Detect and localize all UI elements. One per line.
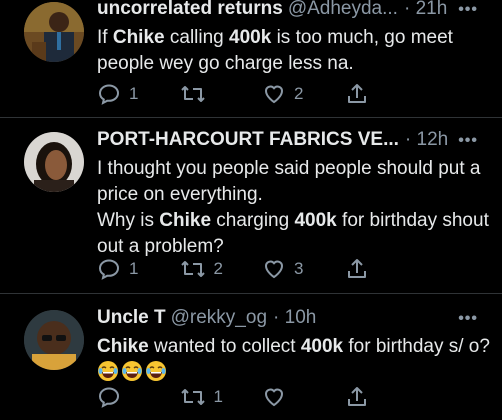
tweet-header: PORT-HARCOURT FABRICS VE... · 12h (97, 127, 492, 153)
tweet-header: Uncle T @rekky_og · 10h (97, 305, 492, 331)
reply-icon (97, 385, 121, 409)
share-icon (345, 257, 369, 281)
display-name[interactable]: uncorrelated returns (97, 0, 283, 22)
share-button[interactable] (345, 257, 428, 281)
tweet-content: PORT-HARCOURT FABRICS VE... · 12h ••• I … (97, 127, 492, 260)
timestamp[interactable]: · 21h (404, 0, 447, 22)
joy-emoji (121, 360, 143, 382)
retweet-button[interactable]: 2 (180, 257, 263, 281)
like-count: 3 (294, 259, 304, 278)
retweet-button[interactable] (180, 82, 263, 106)
bold-text: 400k (229, 27, 272, 48)
user-handle[interactable]: @Adheyda... (288, 0, 398, 22)
tweet-actions: 1 2 3 (97, 255, 427, 283)
bold-text: Chike (112, 27, 165, 48)
avatar[interactable] (24, 132, 84, 192)
timeline: uncorrelated returns @Adheyda... · 21h •… (0, 0, 502, 420)
timestamp[interactable]: · 12h (405, 127, 448, 153)
joy-emoji (97, 360, 119, 382)
reply-icon (97, 257, 121, 281)
tweet-text: Chike wanted to collect 400k for birthda… (97, 334, 492, 387)
share-button[interactable] (345, 385, 428, 409)
tweet[interactable]: Uncle T @rekky_og · 10h ••• Chike wanted… (0, 294, 502, 420)
reply-button[interactable] (97, 385, 180, 409)
avatar[interactable] (24, 2, 84, 62)
tweet[interactable]: uncorrelated returns @Adheyda... · 21h •… (0, 0, 502, 118)
tweet[interactable]: PORT-HARCOURT FABRICS VE... · 12h ••• I … (0, 118, 502, 294)
retweet-button[interactable]: 1 (180, 385, 263, 409)
heart-icon (262, 385, 286, 409)
tweet-actions: 1 (97, 383, 427, 411)
reply-count: 1 (129, 84, 139, 103)
more-icon[interactable]: ••• (458, 131, 478, 151)
bold-text: 400k (300, 336, 344, 357)
bold-text: Chike (159, 210, 212, 231)
retweet-icon (180, 385, 206, 409)
tweet-text: If Chike calling 400k is too much, go me… (97, 27, 453, 74)
share-button[interactable] (345, 82, 428, 106)
bold-text: 400k (294, 210, 337, 231)
like-button[interactable] (262, 385, 345, 409)
retweet-icon (180, 257, 206, 281)
retweet-count: 2 (213, 259, 223, 278)
like-count: 2 (294, 84, 304, 103)
emoji-group (97, 360, 169, 384)
tweet-paragraph: Why is Chike charging 400k for birthday … (97, 210, 489, 257)
share-icon (345, 82, 369, 106)
heart-icon (262, 257, 286, 281)
tweet-header: uncorrelated returns @Adheyda... · 21h (97, 0, 492, 22)
display-name[interactable]: Uncle T (97, 305, 166, 331)
tweet-content: Uncle T @rekky_og · 10h ••• Chike wanted… (97, 305, 492, 387)
reply-icon (97, 82, 121, 106)
reply-button[interactable]: 1 (97, 257, 180, 281)
tweet-paragraph: I thought you people said people should … (97, 158, 481, 205)
more-icon[interactable]: ••• (458, 309, 478, 329)
tweet-paragraph: Chike wanted to collect 400k for birthda… (97, 336, 490, 357)
avatar[interactable] (24, 310, 84, 370)
reply-count: 1 (129, 259, 139, 278)
more-icon[interactable]: ••• (458, 0, 478, 20)
like-button[interactable]: 3 (262, 257, 345, 281)
share-icon (345, 385, 369, 409)
like-button[interactable]: 2 (262, 82, 345, 106)
reply-button[interactable]: 1 (97, 82, 180, 106)
user-handle[interactable]: @rekky_og (171, 305, 267, 331)
bold-text: Chike (97, 336, 149, 357)
display-name[interactable]: PORT-HARCOURT FABRICS VE... (97, 127, 399, 153)
joy-emoji (145, 360, 167, 382)
retweet-icon (180, 82, 206, 106)
tweet-content: uncorrelated returns @Adheyda... · 21h •… (97, 0, 492, 77)
tweet-actions: 1 2 (97, 80, 427, 108)
heart-icon (262, 82, 286, 106)
retweet-count: 1 (213, 387, 223, 406)
timestamp[interactable]: · 10h (273, 305, 316, 331)
tweet-text: I thought you people said people should … (97, 156, 492, 260)
